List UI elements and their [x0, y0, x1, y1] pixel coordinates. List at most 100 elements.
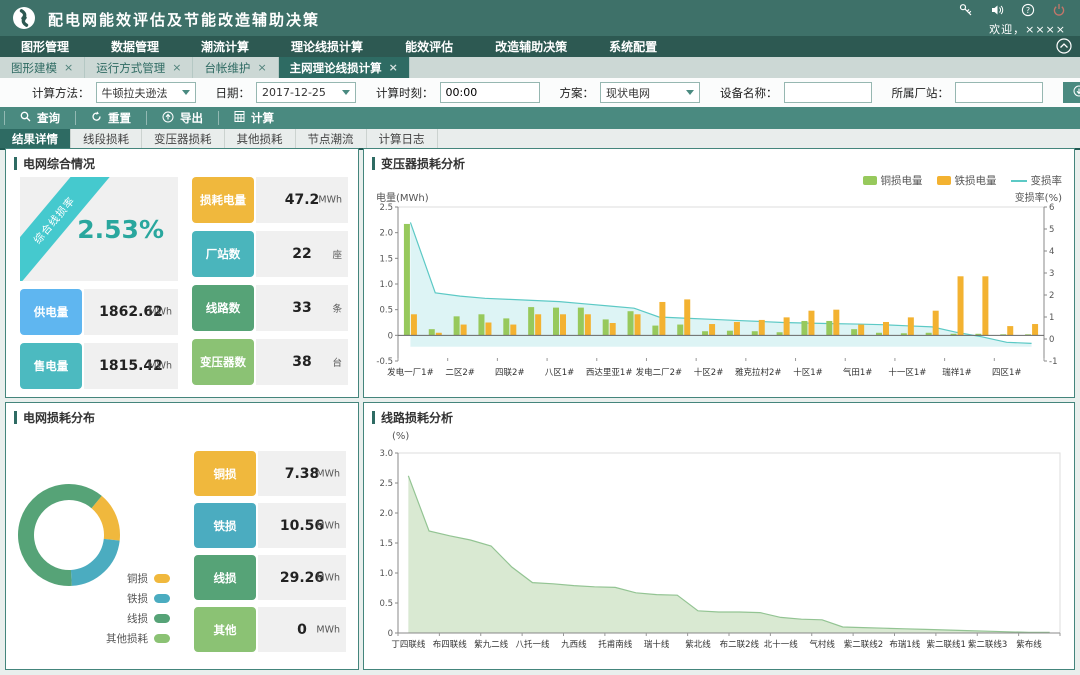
stat-chip: 其他	[194, 607, 256, 652]
svg-text:九西线: 九西线	[561, 639, 587, 650]
main-nav: 图形管理数据管理潮流计算理论线损计算能效评估改造辅助决策系统配置	[0, 36, 1080, 57]
close-icon[interactable]: ×	[257, 61, 266, 74]
svg-text:托甫南线: 托甫南线	[598, 639, 633, 650]
tab-2[interactable]: 运行方式管理×	[85, 57, 193, 78]
legend-label: 线损	[127, 611, 148, 626]
filter-time: 计算时刻：	[376, 82, 540, 103]
toolbar-button-3[interactable]: 导出	[146, 111, 218, 125]
station-input[interactable]	[955, 82, 1043, 103]
app-header: 配电网能效评估及节能改造辅助决策 ? 欢迎，××××	[0, 0, 1080, 36]
close-icon[interactable]: ×	[389, 61, 398, 74]
toolbar-button-4[interactable]: 计算	[218, 111, 289, 125]
filter-device: 设备名称：	[720, 82, 872, 103]
subtab-5[interactable]: 节点潮流	[296, 129, 367, 148]
filter-method: 计算方法： 牛顿拉夫逊法	[32, 82, 196, 103]
line-loss-panel: 线路损耗分析 (%) 3.02.52.01.51.00.50丁四联线布四联线紫九…	[363, 402, 1075, 670]
stat-unit: MWh	[316, 624, 340, 635]
svg-text:布二联2线: 布二联2线	[720, 639, 760, 650]
stat-value-box: 22座	[256, 231, 348, 277]
stat-chip: 损耗电量	[192, 177, 254, 223]
stat-unit: MWh	[316, 520, 340, 531]
welcome-text: 欢迎，××××	[989, 21, 1066, 37]
tab-1[interactable]: 图形建模×	[0, 57, 85, 78]
subtab-4[interactable]: 其他损耗	[225, 129, 296, 148]
stat-chip: 铁损	[194, 503, 256, 548]
plan-select[interactable]: 现状电网	[600, 82, 700, 103]
close-icon[interactable]: ×	[172, 61, 181, 74]
nav-item-1[interactable]: 图形管理	[0, 38, 90, 55]
stat-row: 供电量1862.62MWh	[20, 289, 178, 335]
svg-text:紫九二线: 紫九二线	[474, 639, 509, 650]
nav-item-3[interactable]: 潮流计算	[180, 38, 270, 55]
svg-text:布四联线: 布四联线	[433, 639, 468, 650]
help-icon[interactable]: ?	[1021, 3, 1035, 17]
chevron-down-icon	[182, 90, 190, 95]
subtab-6[interactable]: 计算日志	[367, 129, 438, 148]
speaker-icon[interactable]	[990, 3, 1004, 17]
svg-text:二区2#: 二区2#	[445, 368, 475, 378]
device-name-input[interactable]	[784, 82, 872, 103]
legend-label: 铁损电量	[955, 173, 997, 188]
date-select[interactable]: 2017-12-25	[256, 82, 356, 103]
svg-text:西达里亚1#: 西达里亚1#	[586, 367, 633, 378]
app-logo-icon	[12, 6, 36, 30]
stat-row: 厂站数22座	[192, 231, 348, 277]
toolbar-button-2[interactable]: 重置	[75, 111, 146, 125]
overview-left-column: 综合线损率 2.53% 供电量1862.62MWh售电量1815.42MWh	[20, 177, 178, 397]
station-label: 所属厂站：	[892, 85, 950, 101]
svg-text:0.5: 0.5	[379, 306, 393, 316]
subtab-2[interactable]: 线段损耗	[71, 129, 142, 148]
legend-label: 其他损耗	[106, 631, 148, 646]
tab-3[interactable]: 台帐维护×	[193, 57, 278, 78]
nav-item-4[interactable]: 理论线损计算	[270, 38, 384, 55]
legend-label: 铁损	[127, 591, 148, 606]
device-label: 设备名称：	[720, 85, 778, 101]
subtab-1[interactable]: 结果详情	[0, 129, 71, 148]
loss-distribution-panel: 电网损耗分布 铜损铁损线损其他损耗 铜损7.38MWh铁损10.56MWh线损2…	[5, 402, 359, 670]
power-icon[interactable]	[1052, 3, 1066, 17]
more-button[interactable]: 更多	[1063, 82, 1080, 103]
nav-item-2[interactable]: 数据管理	[90, 38, 180, 55]
y-axis-label: (%)	[392, 431, 409, 442]
legend-item: 铜损电量	[863, 173, 923, 188]
svg-text:1.0: 1.0	[379, 280, 393, 290]
svg-text:2.0: 2.0	[379, 509, 393, 519]
loss-rate-value: 2.53%	[77, 215, 164, 244]
subtab-3[interactable]: 变压器损耗	[142, 129, 225, 148]
stat-chip: 铜损	[194, 451, 256, 496]
stat-unit: MWh	[316, 468, 340, 479]
date-value: 2017-12-25	[262, 86, 326, 99]
tab-4[interactable]: 主网理论线损计算 ×	[279, 57, 410, 78]
stat-value-box: 33条	[256, 285, 348, 331]
svg-text:八区1#: 八区1#	[545, 368, 575, 378]
nav-item-6[interactable]: 改造辅助决策	[474, 38, 588, 55]
stat-chip: 线路数	[192, 285, 254, 331]
close-icon[interactable]: ×	[64, 61, 73, 74]
toolbar-button-1[interactable]: 查询	[4, 111, 75, 125]
method-label: 计算方法：	[32, 85, 90, 101]
svg-text:雅克拉村2#: 雅克拉村2#	[735, 367, 782, 378]
svg-text:1: 1	[1049, 313, 1054, 323]
toolbar-button-label: 计算	[251, 110, 274, 126]
stat-value-box: 1862.62MWh	[84, 289, 178, 335]
method-select[interactable]: 牛顿拉夫逊法	[96, 82, 196, 103]
svg-text:2.5: 2.5	[379, 203, 393, 213]
key-icon[interactable]	[959, 3, 973, 17]
legend-item: 铁损	[64, 591, 170, 606]
stat-chip: 线损	[194, 555, 256, 600]
svg-text:-0.5: -0.5	[376, 357, 393, 367]
time-input[interactable]	[440, 82, 540, 103]
nav-item-7[interactable]: 系统配置	[588, 38, 678, 55]
tab-bar: 图形建模×运行方式管理×台帐维护× 主网理论线损计算 ×	[0, 57, 1080, 78]
legend-item: 变损率	[1011, 173, 1063, 188]
search-icon	[20, 111, 31, 125]
svg-text:丁四联线: 丁四联线	[391, 639, 426, 650]
svg-text:八托一线: 八托一线	[515, 639, 550, 650]
chevron-down-icon	[686, 90, 694, 95]
reset-icon	[91, 111, 102, 125]
nav-item-5[interactable]: 能效评估	[384, 38, 474, 55]
collapse-button[interactable]	[1056, 38, 1072, 54]
stat-unit: MWh	[148, 307, 172, 318]
date-label: 日期：	[216, 85, 251, 101]
tab-label: 主网理论线损计算	[290, 60, 382, 76]
